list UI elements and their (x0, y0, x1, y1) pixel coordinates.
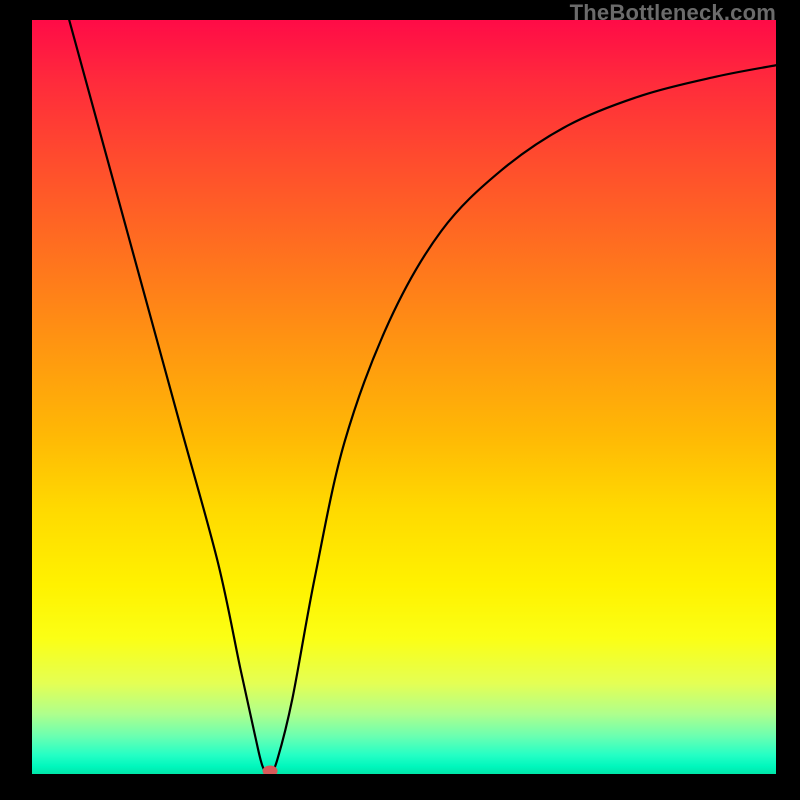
bottleneck-curve (69, 20, 776, 774)
chart-container: TheBottleneck.com (0, 0, 800, 800)
plot-area (32, 20, 776, 774)
optimum-dot (263, 766, 277, 774)
curve-layer (32, 20, 776, 774)
watermark-text: TheBottleneck.com (570, 0, 776, 26)
